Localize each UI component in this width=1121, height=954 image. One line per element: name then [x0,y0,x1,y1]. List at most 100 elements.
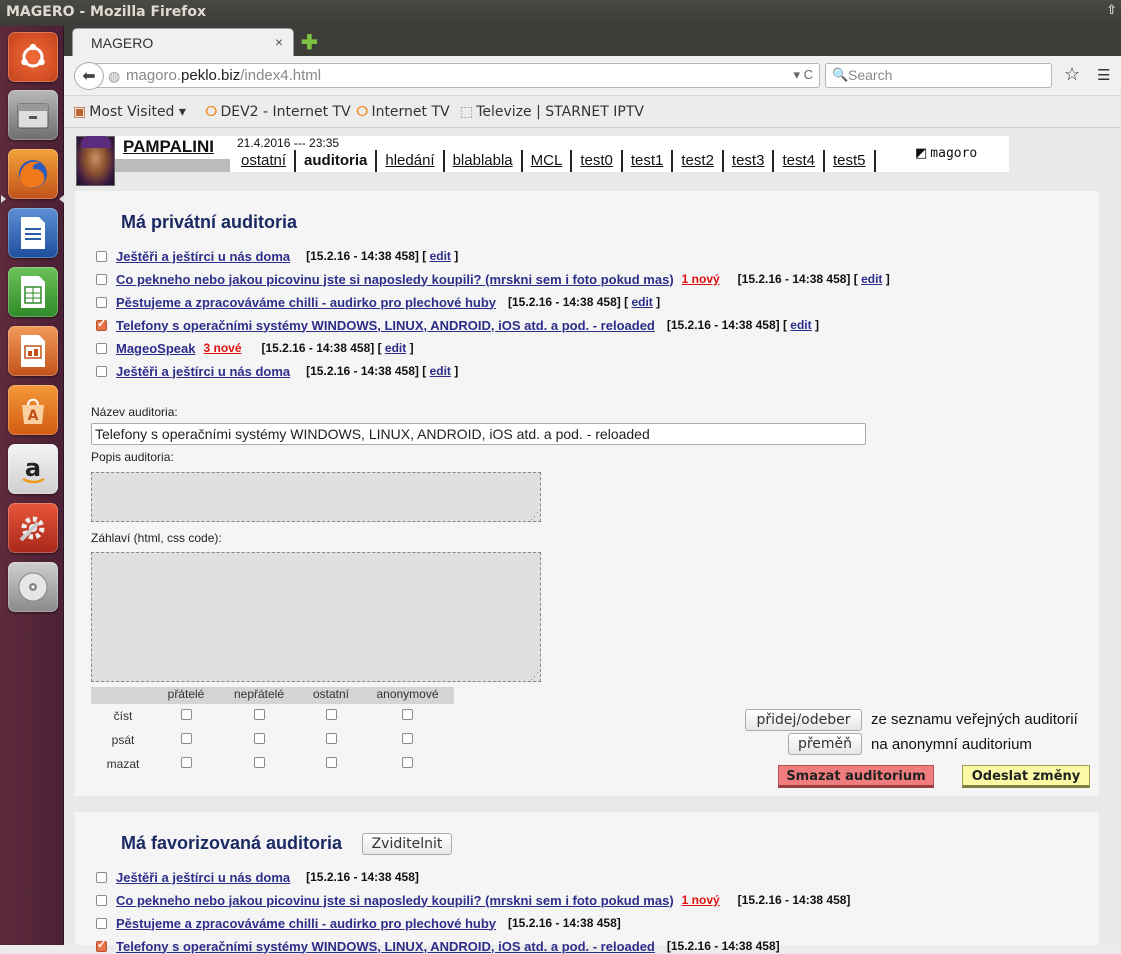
perm-checkbox[interactable] [325,757,337,768]
perm-checkbox[interactable] [180,733,192,744]
perm-checkbox[interactable] [253,709,265,720]
writer-icon[interactable] [8,208,58,258]
item-checkbox[interactable] [96,917,107,929]
calc-icon[interactable] [8,267,58,317]
perm-checkbox[interactable] [402,709,413,720]
menu-hledani[interactable]: hledání [375,150,442,172]
edit-link[interactable]: edit [861,272,882,286]
resize-grip-icon[interactable]: ⋰ [530,672,539,681]
ubuntu-dash-icon[interactable] [8,32,58,82]
item-checkbox[interactable] [96,342,107,354]
url-bar[interactable]: ◍ magoro.peklo.biz/index4.html ▾ C [96,63,820,88]
make-visible-button[interactable]: Zviditelnit [362,833,452,855]
item-checkbox[interactable] [96,894,107,906]
menu-test5[interactable]: test5 [822,150,876,172]
edit-link[interactable]: edit [430,249,451,263]
main-menu: ostatní auditoria hledání blablabla MCL … [230,150,876,172]
perm-checkbox[interactable] [180,709,192,720]
menu-test3[interactable]: test3 [721,150,773,172]
edit-link[interactable]: edit [790,318,811,332]
bookmarks-list-icon[interactable]: ☰ [1097,66,1110,84]
new-tab-icon[interactable]: ✚ [301,30,318,55]
menu-test1[interactable]: test1 [620,150,672,172]
menu-test0[interactable]: test0 [570,150,621,172]
item-meta: [15.2.16 - 14:38 458] [737,272,851,286]
convert-anonymous-button[interactable]: přeměň [788,733,862,755]
perm-checkbox[interactable] [253,757,265,768]
perm-checkbox[interactable] [402,733,413,744]
item-link[interactable]: Ještěři a ještírci u nás doma [116,249,290,264]
item-checkbox[interactable] [96,871,107,883]
files-icon[interactable] [8,90,58,140]
svg-text:a: a [25,454,41,482]
window-title: MAGERO - Mozilla Firefox [6,4,206,20]
perm-checkbox[interactable] [325,709,337,720]
permissions-header: přátelé nepřátelé ostatní anonymové [91,687,454,704]
item-link[interactable]: Telefony s operačními systémy WINDOWS, L… [116,939,655,954]
close-tab-icon[interactable]: × [275,34,283,50]
svg-text:A: A [28,408,39,424]
item-checkbox[interactable] [96,273,107,285]
item-link[interactable]: MageoSpeak [116,341,195,356]
tab-magero[interactable]: MAGERO × [72,28,294,56]
new-badge[interactable]: 1 nový [682,893,720,907]
magoro-logo[interactable]: ◩ magoro [902,136,1009,172]
item-checkbox[interactable] [96,296,107,308]
item-checkbox-checked[interactable] [96,317,107,331]
perm-checkbox[interactable] [253,733,265,744]
item-checkbox[interactable] [96,250,107,262]
back-button[interactable]: ⬅ [74,62,104,90]
menu-blablabla[interactable]: blablabla [442,150,521,172]
item-link[interactable]: Co pekneho nebo jakou picovinu jste si n… [116,893,674,908]
item-link[interactable]: Pěstujeme a zpracováváme chilli - audirk… [116,295,496,310]
delete-auditorium-button[interactable]: Smazat auditorium [778,765,934,788]
settings-icon[interactable] [8,503,58,553]
bookmark-star-icon[interactable]: ☆ [1064,64,1080,85]
auditorium-name-input[interactable]: Telefony s operačními systémy WINDOWS, L… [91,423,866,445]
new-badge[interactable]: 1 nový [682,272,720,286]
item-checkbox-checked[interactable] [96,938,107,952]
perm-checkbox[interactable] [325,733,337,744]
item-link[interactable]: Telefony s operačními systémy WINDOWS, L… [116,318,655,333]
arrow-up-icon[interactable]: ⇧ [1106,3,1117,18]
new-badge[interactable]: 3 nové [203,341,241,355]
perm-checkbox[interactable] [180,757,192,768]
menu-mcl[interactable]: MCL [520,150,571,172]
edit-link[interactable]: edit [385,341,406,355]
header-code-textarea[interactable]: ⋰ [91,552,541,682]
amazon-icon[interactable]: a [8,444,58,494]
item-link[interactable]: Co pekneho nebo jakou picovinu jste si n… [116,272,674,287]
convert-anonymous-text: na anonymní auditorium [871,736,1032,753]
description-textarea[interactable]: ⋰ [91,472,541,522]
list-item: Pěstujeme a zpracováváme chilli - audirk… [96,294,660,310]
menu-test2[interactable]: test2 [671,150,722,172]
permission-row-psat: psát [91,728,454,752]
unity-launcher: A a [0,26,64,945]
menu-auditoria[interactable]: auditoria [294,150,375,172]
item-link[interactable]: Ještěři a ještírci u nás doma [116,364,290,379]
send-changes-button[interactable]: Odeslat změny [962,765,1090,788]
item-link[interactable]: Pěstujeme a zpracováváme chilli - audirk… [116,916,496,931]
bookmark-dev2-internet-tv[interactable]: ⵔ DEV2 - Internet TV [205,104,351,120]
avatar[interactable] [76,136,115,186]
perm-checkbox[interactable] [402,757,413,768]
edit-link[interactable]: edit [430,364,451,378]
add-remove-public-button[interactable]: přidej/odeber [745,709,862,731]
edit-link[interactable]: edit [631,295,652,309]
menu-test4[interactable]: test4 [772,150,823,172]
menu-ostatni[interactable]: ostatní [230,150,294,172]
search-input[interactable]: 🔍 Search [825,63,1052,88]
item-link[interactable]: Ještěři a ještírci u nás doma [116,870,290,885]
list-item: MageoSpeak 3 nové [15.2.16 - 14:38 458] … [96,340,414,356]
bookmark-internet-tv[interactable]: ⵔ Internet TV [356,104,450,120]
bookmark-most-visited[interactable]: ▣ Most Visited ▾ [73,104,186,120]
reload-icon[interactable]: ▾ C [793,67,813,83]
software-center-icon[interactable]: A [8,385,58,435]
impress-icon[interactable] [8,326,58,376]
disc-icon[interactable] [8,562,58,612]
bookmark-starnet[interactable]: ⬚ Televize | STARNET IPTV [460,104,644,120]
item-checkbox[interactable] [96,365,107,377]
firefox-icon[interactable] [8,149,58,199]
globe-icon: ◍ [108,68,121,84]
resize-grip-icon[interactable]: ⋰ [530,512,539,521]
